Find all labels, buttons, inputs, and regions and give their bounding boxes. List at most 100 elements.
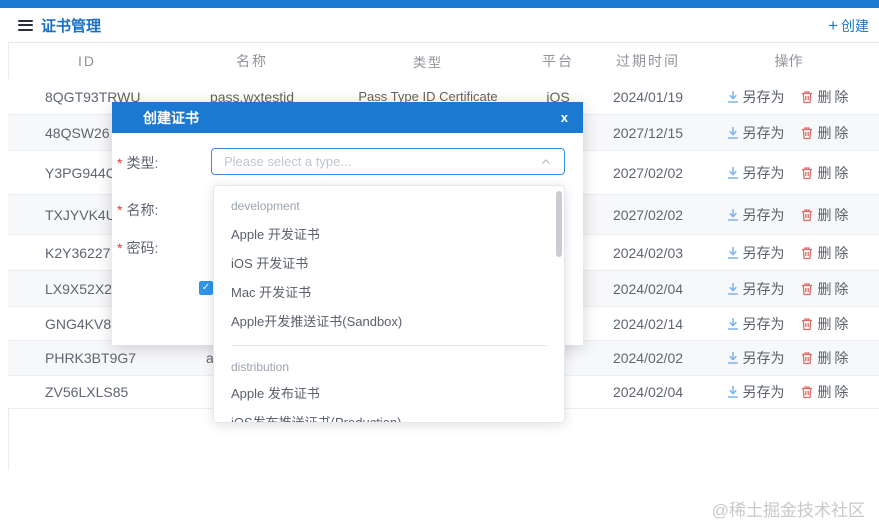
delete-label: 删除 bbox=[817, 88, 852, 105]
save-as-label: 另存为 bbox=[742, 124, 785, 141]
save-as-button[interactable]: 另存为 bbox=[726, 163, 785, 183]
save-as-label: 另存为 bbox=[742, 88, 785, 105]
download-icon bbox=[727, 208, 738, 221]
check-icon: ✓ bbox=[201, 282, 211, 293]
dialog-header: 创建证书 x bbox=[112, 102, 583, 133]
trash-icon bbox=[802, 166, 813, 179]
required-mark: * bbox=[117, 155, 123, 171]
save-as-label: 另存为 bbox=[742, 206, 785, 223]
create-button[interactable]: + 创建 bbox=[828, 8, 869, 43]
save-as-button[interactable]: 另存为 bbox=[726, 123, 785, 143]
save-as-button[interactable]: 另存为 bbox=[726, 205, 785, 225]
cert-id: ZV56LXLS85 bbox=[45, 384, 129, 400]
row-actions: 另存为 删除 bbox=[698, 243, 879, 263]
download-icon bbox=[727, 386, 738, 398]
delete-button[interactable]: 删除 bbox=[800, 314, 851, 334]
cert-expiry: 2024/02/14 bbox=[612, 315, 684, 332]
row-actions: 另存为 删除 bbox=[698, 123, 879, 143]
save-as-label: 另存为 bbox=[742, 350, 785, 366]
save-as-button[interactable]: 另存为 bbox=[726, 279, 785, 299]
delete-button[interactable]: 删除 bbox=[800, 163, 851, 183]
row-actions: 另存为 删除 bbox=[698, 163, 879, 183]
column-header-expiry: 过期时间 bbox=[616, 53, 680, 69]
dropdown-scrollbar-thumb[interactable] bbox=[556, 191, 562, 257]
type-dropdown: development Apple 开发证书 iOS 开发证书 Mac 开发证书 App… bbox=[213, 185, 565, 423]
row-actions: 另存为 删除 bbox=[698, 382, 879, 402]
dialog-title: 创建证书 bbox=[143, 109, 199, 126]
watermark: @稀土掘金技术社区 bbox=[711, 501, 865, 520]
required-mark: * bbox=[117, 240, 123, 256]
row-actions: 另存为 删除 bbox=[698, 348, 879, 368]
delete-button[interactable]: 删除 bbox=[800, 382, 851, 402]
row-actions: 另存为 删除 bbox=[698, 314, 879, 334]
dropdown-group-label: distribution bbox=[231, 360, 290, 374]
save-as-button[interactable]: 另存为 bbox=[726, 243, 785, 263]
delete-button[interactable]: 删除 bbox=[800, 348, 851, 368]
dropdown-option[interactable]: Apple 开发证书 bbox=[214, 220, 564, 249]
column-header-actions: 操作 bbox=[774, 53, 803, 69]
dropdown-option[interactable]: Apple开发推送证书(Sandbox) bbox=[214, 307, 564, 336]
download-icon bbox=[727, 282, 738, 295]
type-dropdown-list: development Apple 开发证书 iOS 开发证书 Mac 开发证书 App… bbox=[214, 192, 564, 422]
download-icon bbox=[727, 352, 738, 364]
menu-icon[interactable] bbox=[18, 19, 33, 31]
required-mark: * bbox=[117, 202, 123, 218]
download-icon bbox=[727, 166, 738, 179]
trash-icon bbox=[802, 126, 813, 139]
top-accent-bar bbox=[0, 0, 879, 8]
close-icon[interactable]: x bbox=[561, 110, 568, 125]
column-header-id: ID bbox=[78, 53, 96, 69]
chevron-up-icon bbox=[542, 158, 550, 164]
save-as-label: 另存为 bbox=[742, 164, 785, 181]
save-as-label: 另存为 bbox=[742, 244, 785, 261]
delete-label: 删除 bbox=[817, 384, 852, 400]
dropdown-divider bbox=[231, 345, 547, 346]
dropdown-option[interactable]: Apple 发布证书 bbox=[214, 379, 564, 408]
row-actions: 另存为 删除 bbox=[698, 279, 879, 299]
delete-label: 删除 bbox=[817, 315, 852, 332]
delete-label: 删除 bbox=[817, 124, 852, 141]
save-as-label: 另存为 bbox=[742, 315, 785, 332]
dropdown-option[interactable]: Mac 开发证书 bbox=[214, 278, 564, 307]
cert-expiry: 2027/02/02 bbox=[612, 206, 684, 223]
cert-expiry: 2024/02/02 bbox=[612, 350, 684, 366]
save-as-label: 另存为 bbox=[742, 280, 785, 297]
dropdown-option[interactable]: iOS 开发证书 bbox=[214, 249, 564, 278]
delete-button[interactable]: 删除 bbox=[800, 205, 851, 225]
cert-expiry: 2024/02/03 bbox=[612, 244, 684, 261]
plus-icon: + bbox=[828, 15, 838, 35]
type-field-label: * 类型: bbox=[117, 155, 159, 171]
checkbox-checked[interactable]: ✓ bbox=[199, 281, 213, 295]
download-icon bbox=[727, 317, 738, 330]
trash-icon bbox=[802, 317, 813, 330]
cert-expiry: 2024/02/04 bbox=[612, 384, 684, 400]
trash-icon bbox=[802, 208, 813, 221]
create-button-label: 创建 bbox=[841, 17, 869, 34]
delete-label: 删除 bbox=[817, 280, 852, 297]
delete-button[interactable]: 删除 bbox=[800, 279, 851, 299]
cert-expiry: 2024/01/19 bbox=[612, 88, 684, 105]
type-select[interactable]: Please select a type... bbox=[211, 148, 565, 175]
delete-button[interactable]: 删除 bbox=[800, 87, 851, 107]
cert-expiry: 2027/12/15 bbox=[612, 124, 684, 141]
delete-button[interactable]: 删除 bbox=[800, 243, 851, 263]
save-as-button[interactable]: 另存为 bbox=[726, 348, 785, 368]
column-header-platform: 平台 bbox=[542, 53, 574, 69]
dropdown-option[interactable]: iOS发布推送证书(Production) bbox=[214, 408, 564, 422]
delete-label: 删除 bbox=[817, 164, 852, 181]
row-actions: 另存为 删除 bbox=[698, 87, 879, 107]
delete-label: 删除 bbox=[817, 244, 852, 261]
download-icon bbox=[727, 90, 738, 103]
delete-label: 删除 bbox=[817, 206, 852, 223]
save-as-button[interactable]: 另存为 bbox=[726, 382, 785, 402]
table-header: ID 名称 类型 平台 过期时间 操作 bbox=[8, 43, 879, 80]
save-as-button[interactable]: 另存为 bbox=[726, 87, 785, 107]
delete-button[interactable]: 删除 bbox=[800, 123, 851, 143]
type-select-placeholder: Please select a type... bbox=[224, 154, 352, 169]
name-field-label: * 名称: bbox=[117, 202, 159, 218]
cert-expiry: 2027/02/02 bbox=[612, 164, 684, 181]
app-header: 证书管理 + 创建 bbox=[8, 8, 879, 43]
save-as-button[interactable]: 另存为 bbox=[726, 314, 785, 334]
column-header-name: 名称 bbox=[236, 53, 268, 69]
trash-icon bbox=[802, 90, 813, 103]
